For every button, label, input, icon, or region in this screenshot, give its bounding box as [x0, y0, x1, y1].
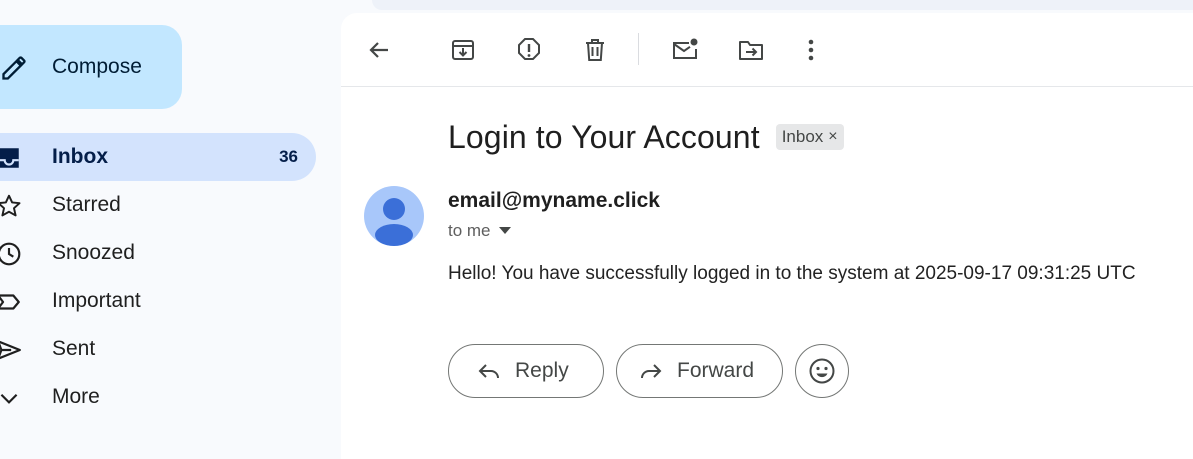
- sidebar-item-label: Starred: [52, 193, 121, 216]
- delete-icon: [586, 39, 604, 61]
- sidebar-item-more[interactable]: More: [0, 373, 316, 421]
- pencil-icon: [0, 54, 28, 82]
- message-body: Hello! You have successfully logged in t…: [448, 263, 1136, 284]
- forward-button[interactable]: Forward: [616, 344, 783, 398]
- more-vert-icon: [808, 39, 814, 61]
- sidebar-item-label: Sent: [52, 337, 96, 360]
- recipient-text: to me: [448, 221, 491, 240]
- sidebar-item-snoozed[interactable]: Snoozed: [0, 229, 316, 277]
- search-bar-edge: [372, 0, 1193, 10]
- reply-label: Reply: [515, 359, 569, 382]
- mark-unread-icon: [673, 38, 698, 59]
- inbox-unread-count: 36: [279, 147, 298, 166]
- message-view: Login to Your Account Inbox × email@myna…: [341, 13, 1193, 459]
- mark-unread-button[interactable]: [669, 34, 701, 66]
- remove-label-icon[interactable]: ×: [828, 128, 837, 146]
- back-arrow-icon: [369, 42, 388, 58]
- subject-row: Login to Your Account Inbox ×: [448, 117, 844, 157]
- archive-icon: [452, 40, 474, 60]
- sidebar-item-label: Snoozed: [52, 241, 135, 264]
- more-options-button[interactable]: [795, 34, 827, 66]
- report-spam-button[interactable]: [513, 34, 545, 66]
- forward-label: Forward: [677, 359, 755, 382]
- person-icon: [364, 186, 424, 246]
- compose-label: Compose: [52, 55, 142, 78]
- reply-button[interactable]: Reply: [448, 344, 604, 398]
- label-chip-text: Inbox: [781, 127, 824, 146]
- compose-button[interactable]: Compose: [0, 25, 182, 109]
- sidebar-item-label: Important: [52, 289, 141, 312]
- chevron-down-icon: [0, 385, 22, 411]
- sidebar-item-label: Inbox: [52, 145, 108, 168]
- move-to-button[interactable]: [735, 34, 767, 66]
- emoji-reaction-button[interactable]: [795, 344, 849, 398]
- move-to-icon: [739, 41, 763, 60]
- caret-down-icon: [498, 227, 511, 235]
- important-icon: [0, 289, 22, 315]
- star-icon: [0, 193, 22, 219]
- clock-icon: [0, 241, 22, 267]
- sidebar-item-important[interactable]: Important: [0, 277, 316, 325]
- label-chip-inbox[interactable]: Inbox ×: [775, 124, 844, 150]
- reply-icon: [477, 359, 501, 383]
- toolbar-divider: [638, 33, 639, 65]
- inbox-icon: [0, 145, 22, 171]
- sidebar-item-starred[interactable]: Starred: [0, 181, 316, 229]
- forward-icon: [639, 359, 663, 383]
- sidebar-item-inbox[interactable]: Inbox 36: [0, 133, 316, 181]
- recipient-details-toggle[interactable]: to me: [448, 221, 511, 241]
- sidebar-item-sent[interactable]: Sent: [0, 325, 316, 373]
- avatar[interactable]: [364, 186, 424, 246]
- sidebar-nav: Inbox 36 Starred Snoozed Important Sent …: [0, 133, 340, 421]
- send-icon: [0, 337, 22, 363]
- message-subject: Login to Your Account: [448, 118, 760, 155]
- smiley-icon: [809, 358, 835, 384]
- sender-address[interactable]: email@myname.click: [448, 189, 660, 213]
- message-toolbar: [341, 13, 1193, 87]
- sidebar-item-label: More: [52, 385, 100, 408]
- back-button[interactable]: [363, 34, 395, 66]
- sidebar: Compose Inbox 36 Starred Snoozed Importa…: [0, 0, 340, 459]
- delete-button[interactable]: [579, 34, 611, 66]
- report-spam-icon: [518, 38, 540, 60]
- archive-button[interactable]: [447, 34, 479, 66]
